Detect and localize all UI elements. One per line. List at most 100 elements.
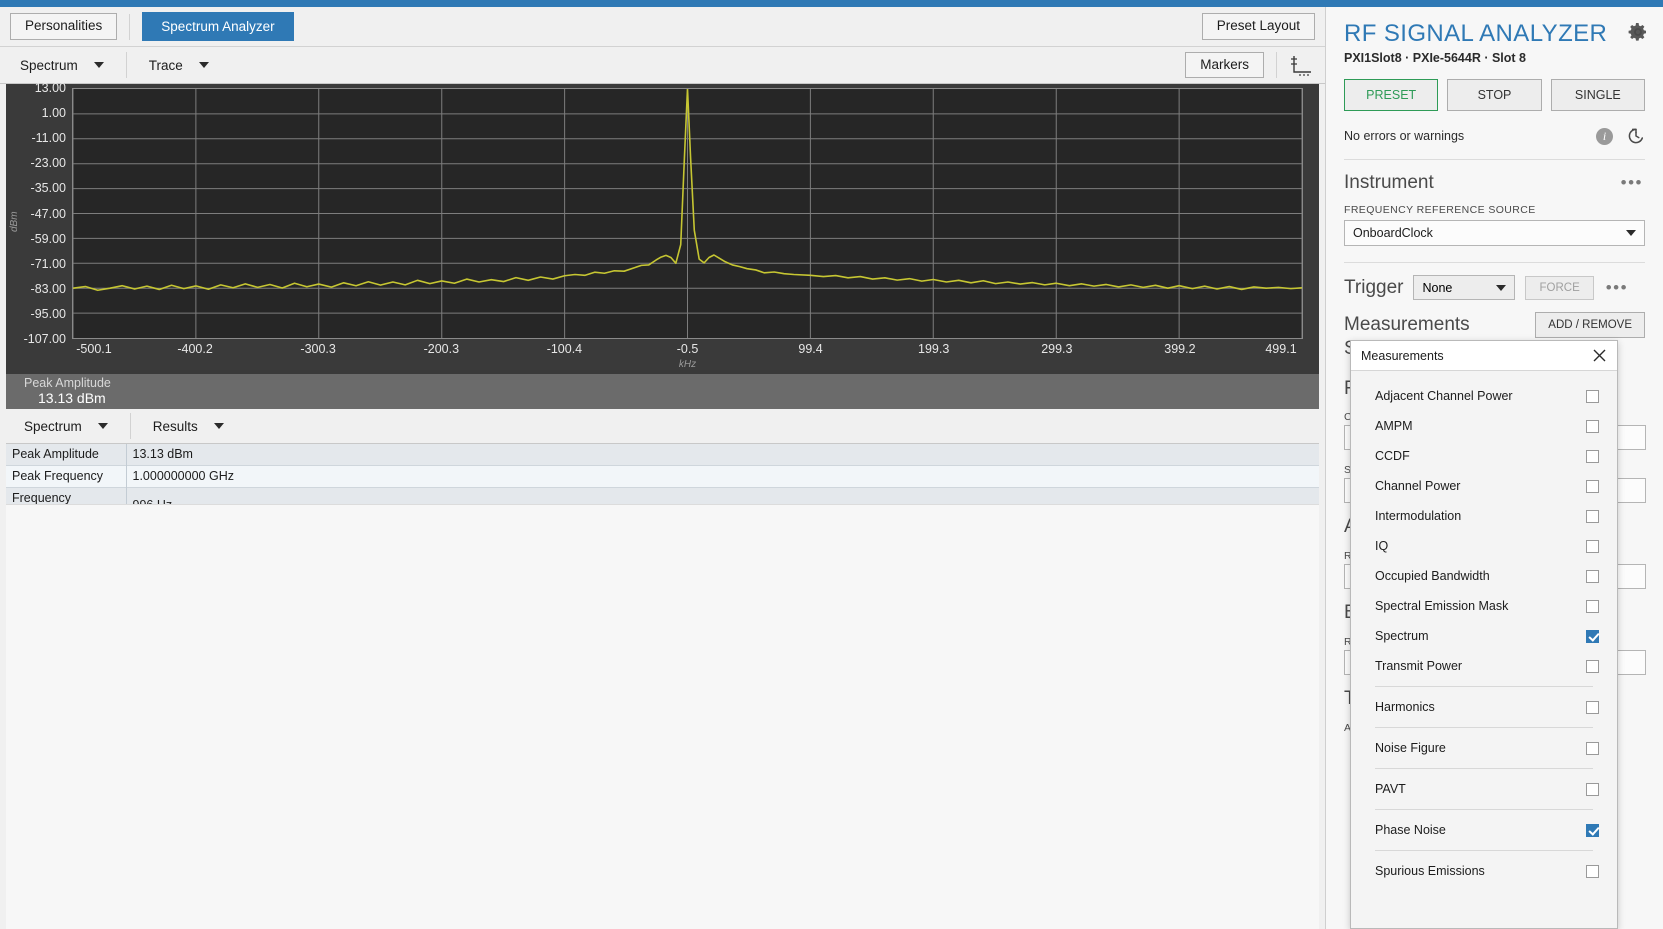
history-icon[interactable] [1627, 127, 1645, 145]
title-bar-accent [0, 0, 1663, 7]
measurement-item-label: PAVT [1375, 782, 1406, 796]
measurement-checkbox[interactable] [1586, 700, 1599, 714]
add-remove-measurements-button[interactable]: ADD / REMOVE [1535, 312, 1645, 339]
measurement-item[interactable]: Channel Power [1351, 471, 1617, 501]
x-axis-tick: -500.1 [76, 342, 112, 356]
results-menu[interactable]: Results [143, 415, 234, 438]
spectrum-graph[interactable]: dBm 13.00 1.00 -11.00 -23.00 -35.00 -47.00 -59… [6, 81, 1319, 374]
measurement-checkbox[interactable] [1586, 741, 1599, 755]
measurement-item[interactable]: Occupied Bandwidth [1351, 561, 1617, 591]
measurement-item[interactable]: IQ [1351, 531, 1617, 561]
measurement-checkbox[interactable] [1586, 659, 1599, 673]
result-key: Peak Amplitude [6, 444, 127, 466]
measurement-item-label: Transmit Power [1375, 659, 1463, 673]
dialog-title-bar: Measurements [1351, 341, 1617, 371]
trigger-type-value: None [1422, 280, 1453, 295]
measurement-item-label: Intermodulation [1375, 509, 1462, 523]
measurement-checkbox[interactable] [1586, 479, 1599, 493]
chevron-down-icon [213, 423, 224, 429]
info-icon[interactable]: i [1596, 127, 1613, 145]
gear-icon[interactable] [1627, 21, 1649, 43]
chevron-down-icon [97, 423, 108, 429]
measurement-item[interactable]: Transmit Power [1351, 651, 1617, 681]
measurement-item[interactable]: Harmonics [1351, 692, 1617, 722]
measurements-dialog[interactable]: Measurements Adjacent Channel Power AMPM C… [1350, 340, 1618, 929]
toolbar-divider [129, 413, 131, 439]
results-toolbar: Spectrum Results [6, 409, 1319, 444]
measurement-item-label: Occupied Bandwidth [1375, 569, 1490, 583]
results-spectrum-menu[interactable]: Spectrum [14, 415, 118, 438]
measurements-section-header: Measurements ADD / REMOVE [1344, 312, 1645, 339]
measurement-checkbox[interactable] [1586, 539, 1599, 553]
measurement-checkbox[interactable] [1586, 419, 1599, 433]
measurement-checkbox[interactable] [1586, 449, 1599, 463]
stop-button[interactable]: STOP [1447, 79, 1542, 112]
toolbar-divider [125, 52, 127, 78]
measurement-item[interactable]: Intermodulation [1351, 501, 1617, 531]
measurement-checkbox[interactable] [1586, 509, 1599, 523]
chevron-down-icon [93, 62, 104, 68]
instrument-viewer-pane: Personalities Spectrum Analyzer Preset L… [0, 7, 1325, 929]
tab-spectrum-analyzer[interactable]: Spectrum Analyzer [142, 12, 294, 41]
single-button[interactable]: SINGLE [1550, 79, 1645, 112]
preset-layout-button[interactable]: Preset Layout [1201, 13, 1315, 40]
measurement-checkbox[interactable] [1586, 629, 1599, 643]
chevron-down-icon [1626, 230, 1636, 237]
personalities-toolbar: Personalities Spectrum Analyzer Preset L… [0, 7, 1325, 47]
instrument-heading: Instrument [1344, 172, 1434, 194]
force-trigger-button[interactable]: FORCE [1525, 275, 1594, 300]
measurement-item[interactable]: Spurious Emissions [1351, 856, 1617, 886]
page-title: RF SIGNAL ANALYZER [1344, 20, 1608, 47]
frequency-reference-select[interactable]: OnboardClock [1344, 220, 1645, 247]
x-axis-tick: -100.4 [546, 342, 583, 356]
spectrum-toolbar: Spectrum Trace Markers [0, 47, 1325, 84]
trace-menu[interactable]: Trace [139, 54, 219, 77]
x-axis-tick: 399.2 [1164, 342, 1196, 356]
table-row: Peak Frequency 1.000000000 GHz [6, 465, 1319, 488]
x-axis-tick: 299.3 [1041, 342, 1073, 356]
measurements-list[interactable]: Adjacent Channel Power AMPM CCDF Channel Po… [1351, 371, 1617, 929]
measurement-item-label: Channel Power [1375, 479, 1461, 493]
measurement-checkbox[interactable] [1586, 569, 1599, 583]
measurement-item[interactable]: CCDF [1351, 441, 1617, 471]
measurement-checkbox[interactable] [1586, 782, 1599, 796]
measurement-item[interactable]: PAVT [1351, 774, 1617, 804]
measurement-item[interactable]: AMPM [1351, 411, 1617, 441]
run-control-buttons: PRESET STOP SINGLE [1344, 79, 1645, 112]
measurement-item[interactable]: Adjacent Channel Power [1351, 381, 1617, 411]
measurement-item[interactable]: Noise Figure [1351, 733, 1617, 763]
markers-button[interactable]: Markers [1185, 51, 1264, 79]
spectrum-menu-label: Spectrum [20, 57, 78, 73]
x-axis-label: kHz [678, 359, 697, 370]
axes-settings-icon[interactable] [1289, 53, 1315, 77]
grid-lines [73, 89, 1302, 338]
measurement-item[interactable]: Phase Noise [1351, 815, 1617, 845]
spectrum-menu[interactable]: Spectrum [10, 54, 114, 77]
measurement-item[interactable]: Spectrum [1351, 621, 1617, 651]
measurement-item-label: AMPM [1375, 419, 1413, 433]
x-axis-tick: 99.4 [798, 342, 823, 356]
table-row: Peak Amplitude 13.13 dBm [6, 444, 1319, 466]
measurement-checkbox[interactable] [1586, 864, 1599, 878]
measurement-item-label: Adjacent Channel Power [1375, 389, 1513, 403]
status-text: No errors or warnings [1344, 129, 1465, 144]
more-options-icon[interactable]: ••• [1604, 278, 1630, 298]
measurement-checkbox[interactable] [1586, 389, 1599, 403]
measurement-checkbox[interactable] [1586, 599, 1599, 613]
measurements-heading: Measurements [1344, 314, 1470, 336]
personalities-button[interactable]: Personalities [10, 13, 118, 40]
trigger-type-select[interactable]: None [1413, 275, 1516, 301]
more-options-icon[interactable]: ••• [1619, 173, 1645, 193]
measurement-checkbox[interactable] [1586, 823, 1599, 837]
x-axis-tick: -400.2 [177, 342, 213, 356]
trigger-section-header: Trigger None FORCE ••• [1344, 275, 1645, 301]
x-axis-ticks: -500.1 -400.2 -300.3 -200.3 -100.4 -0.5 99.4 19… [72, 342, 1303, 360]
section-divider [1344, 159, 1645, 161]
close-icon[interactable] [1592, 348, 1607, 363]
measurement-item-label: Noise Figure [1375, 741, 1446, 755]
measurement-item[interactable]: Spectral Emission Mask [1351, 591, 1617, 621]
spectrum-plot-area[interactable] [72, 88, 1303, 339]
dialog-title: Measurements [1361, 348, 1444, 363]
y-axis-tick: -71.00 [30, 256, 66, 271]
preset-button[interactable]: PRESET [1344, 79, 1439, 112]
